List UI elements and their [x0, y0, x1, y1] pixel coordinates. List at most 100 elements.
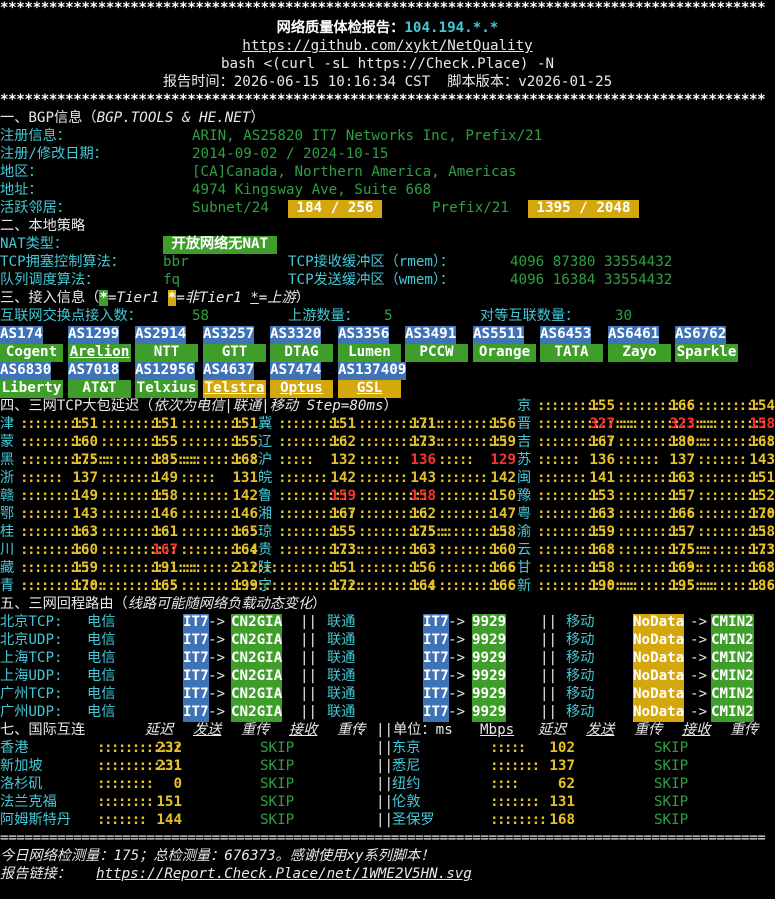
- carrier-name[interactable]: Cogent: [0, 344, 63, 362]
- asn-number[interactable]: AS6830: [0, 362, 52, 380]
- asn-number[interactable]: AS6762: [675, 326, 727, 344]
- route-arrow: ->: [208, 668, 226, 684]
- asn-number[interactable]: AS3257: [203, 326, 255, 344]
- intl-separator: ||: [376, 776, 394, 792]
- route-arrow: ->: [448, 650, 466, 666]
- asn-number[interactable]: AS7018: [68, 362, 120, 380]
- carrier-name[interactable]: NTT: [135, 344, 198, 362]
- asn-number[interactable]: AS2914: [135, 326, 187, 344]
- latency-value: 159: [72, 560, 98, 576]
- asn-number[interactable]: AS174: [0, 326, 43, 344]
- latency-value: 151: [330, 560, 356, 576]
- neighbors-label: 活跃邻居：: [0, 200, 71, 216]
- latency-bar: ::::::: [617, 452, 660, 468]
- carrier-name[interactable]: Sparkle: [675, 344, 738, 362]
- carrier-name[interactable]: Liberty: [0, 380, 63, 398]
- latency-value: 157: [669, 524, 695, 540]
- latency-value: 155: [589, 398, 615, 414]
- route-line: 9929: [472, 614, 507, 632]
- nat-label: NAT类型：: [0, 236, 69, 252]
- latency-value: 168: [232, 452, 258, 468]
- province-label: 渝: [517, 524, 532, 540]
- route-line: 9929: [472, 704, 507, 722]
- latency-value: 191: [152, 560, 178, 576]
- route-separator: ||: [300, 650, 318, 666]
- route-separator: ||: [540, 686, 558, 702]
- intl-latency: 232: [156, 740, 182, 756]
- asn-number[interactable]: AS12956: [135, 362, 195, 380]
- route-arrow: ->: [448, 614, 466, 630]
- carrier-name[interactable]: PCCW: [405, 344, 468, 362]
- asn-number[interactable]: AS3491: [405, 326, 457, 344]
- intl-latency: 62: [557, 776, 575, 792]
- latency-value: 146: [152, 506, 178, 522]
- province-label: 陕: [258, 560, 273, 576]
- route-line: CMIN2: [711, 614, 754, 632]
- peers-label: 对等互联数量：: [480, 308, 580, 324]
- latency-value: 166: [490, 578, 516, 594]
- province-label: 京: [517, 398, 532, 414]
- top-border: ****************************************…: [0, 0, 766, 18]
- carrier-name[interactable]: Lumen: [338, 344, 401, 362]
- carrier-name[interactable]: Optus: [270, 380, 333, 398]
- province-label: 琼: [258, 524, 273, 540]
- province-label: 冀: [258, 416, 273, 432]
- route-separator: ||: [540, 668, 558, 684]
- intl-latency: 102: [549, 740, 575, 756]
- route-carrier-cm: 移动: [566, 632, 595, 648]
- carrier-name[interactable]: Zayo: [608, 344, 671, 362]
- asn-number[interactable]: AS6461: [608, 326, 660, 344]
- intl-unit-mbps: Mbps: [480, 722, 515, 738]
- route-line: CN2GIA: [231, 614, 283, 632]
- repo-link[interactable]: https://github.com/xykt/NetQuality: [0, 38, 775, 56]
- asn-number[interactable]: AS3356: [338, 326, 390, 344]
- route-arrow: ->: [690, 650, 708, 666]
- latency-heading-end: ）: [383, 398, 398, 414]
- header-border: ****************************************…: [0, 92, 766, 110]
- asn-number[interactable]: AS7474: [270, 362, 322, 380]
- latency-value: 170: [72, 578, 98, 594]
- asn-number[interactable]: AS3320: [270, 326, 322, 344]
- intl-skip: SKIP: [260, 758, 295, 774]
- asn-number[interactable]: AS1299: [68, 326, 120, 344]
- asn-number[interactable]: AS137409: [338, 362, 407, 380]
- carrier-name[interactable]: Telstra: [203, 380, 266, 398]
- carrier-name[interactable]: Orange: [473, 344, 536, 362]
- intl-separator: ||: [376, 758, 394, 774]
- latency-value: 152: [749, 488, 775, 504]
- legend-upstream-swatch: *: [250, 290, 259, 306]
- carrier-name[interactable]: GTT: [203, 344, 266, 362]
- report-link[interactable]: https://Report.Check.Place/net/1WME2V5HN…: [96, 866, 472, 884]
- ip-address: 104.194.*.*: [404, 20, 499, 36]
- route-hop: NoData: [633, 614, 685, 632]
- carrier-name[interactable]: TATA: [540, 344, 603, 362]
- carrier-name[interactable]: GSL: [338, 380, 401, 398]
- route-hop: NoData: [633, 686, 685, 704]
- carrier-name[interactable]: DTAG: [270, 344, 333, 362]
- latency-value: 159: [589, 524, 615, 540]
- footer-stats: 今日网络检测量：175；总检测量：676373。感谢使用xy系列脚本！: [0, 848, 434, 866]
- asn-number[interactable]: AS6453: [540, 326, 592, 344]
- carrier-name[interactable]: Telxius: [135, 380, 198, 398]
- intl-city: 阿姆斯特丹: [0, 812, 71, 828]
- bgp-row-dates: 注册/修改日期： 2014-09-02 / 2024-10-15: [0, 146, 388, 164]
- carrier-name[interactable]: Arelion: [68, 344, 131, 362]
- latency-value: 136: [410, 452, 436, 468]
- intl-latency-bar: ::::: [490, 776, 519, 792]
- asn-number[interactable]: AS5511: [473, 326, 525, 344]
- bgp-label: 地址：: [0, 182, 43, 198]
- latency-bar: :::::::: [20, 506, 70, 522]
- latency-value: 143: [72, 506, 98, 522]
- province-label: 沪: [258, 452, 273, 468]
- latency-value: 151: [72, 416, 98, 432]
- route-separator: ||: [540, 614, 558, 630]
- footer-stats-text: 今日网络检测量：175；总检测量：676373。感谢使用xy系列脚本！: [0, 848, 435, 864]
- ix-label: 互联网交换点接入数：: [0, 308, 142, 324]
- latency-value: 159: [490, 434, 516, 450]
- asn-number[interactable]: AS4637: [203, 362, 255, 380]
- intl-latency: 144: [156, 812, 182, 828]
- intl-skip: SKIP: [260, 794, 295, 810]
- route-city: 北京UDP:: [0, 632, 63, 648]
- carrier-name[interactable]: AT&T: [68, 380, 131, 398]
- intl-col-retrans2-left: 重传: [337, 722, 366, 738]
